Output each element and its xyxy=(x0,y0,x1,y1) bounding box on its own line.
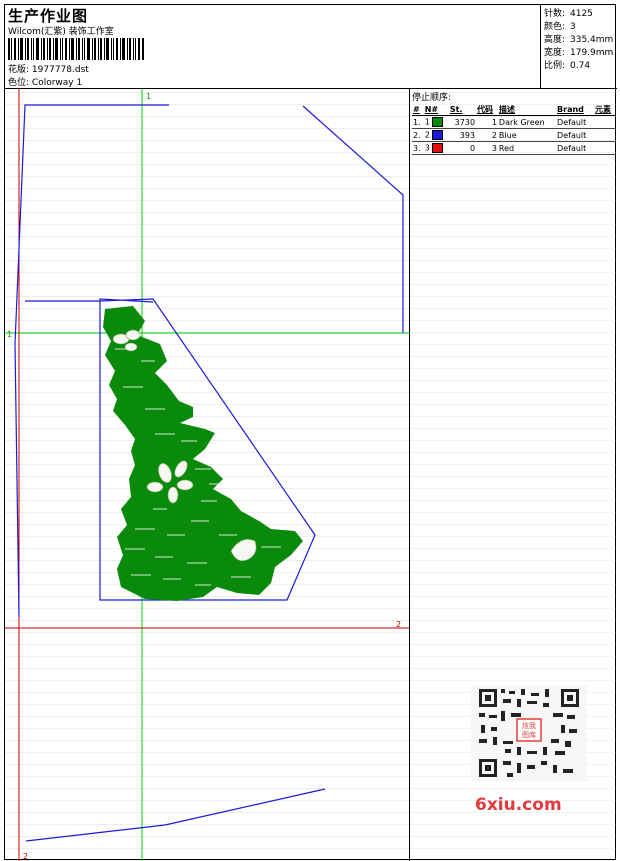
table-row: 1. 1 3730 1 Dark Green Default xyxy=(412,116,616,129)
stat-colors: 颜色: 3 xyxy=(544,22,576,32)
design-value: 1977778.dst xyxy=(31,65,89,75)
design-canvas: 1 1 2 2 xyxy=(5,89,410,861)
embroidery-preview: 1 1 2 2 xyxy=(5,89,410,861)
color-swatch xyxy=(432,117,444,127)
design-stats: 针数: 4125 颜色: 3 高度: 335.4mm 宽度: 179.9mm 比例: 0.… xyxy=(541,5,617,89)
watermark-text: 6xiu.com xyxy=(475,795,562,815)
needle-cell: 2 xyxy=(424,129,449,142)
colorway: 色位: Colorway 1 xyxy=(8,75,82,88)
col-code: 代码 xyxy=(476,103,498,116)
axis-label-top: 1 xyxy=(146,92,151,101)
axis-label-right: 2 xyxy=(396,620,401,629)
stat-stitches: 针数: 4125 xyxy=(544,9,593,19)
axis-label-bottom: 2 xyxy=(23,852,28,861)
axis-label-left: 1 xyxy=(7,330,12,339)
company-name: Wilcom(汇紫) 装饰工作室 xyxy=(8,27,114,37)
green-fill-motif xyxy=(103,306,303,601)
needle-cell: 3 xyxy=(424,142,449,155)
col-brand: Brand xyxy=(556,103,595,116)
stat-width: 宽度: 179.9mm xyxy=(544,48,614,58)
col-description: 描述 xyxy=(497,103,557,116)
stop-sequence-table: # N# St. 代码 描述 Brand 元素 1. 1 3730 1 Dark… xyxy=(412,103,616,155)
page-title: 生产作业图 xyxy=(8,7,89,25)
design-file: 花版: 1977778.dst xyxy=(8,62,89,75)
table-header-row: # N# St. 代码 描述 Brand 元素 xyxy=(412,103,616,116)
col-needle: N# xyxy=(423,103,449,116)
stat-scale: 比例: 0.74 xyxy=(544,61,591,71)
svg-text:图库: 图库 xyxy=(522,730,536,739)
colorway-value: Colorway 1 xyxy=(31,78,83,88)
col-element: 元素 xyxy=(594,103,616,116)
qr-code-icon: 炫我 图库 xyxy=(471,685,587,781)
color-swatch xyxy=(432,143,444,153)
table-row: 3. 3 0 3 Red Default xyxy=(412,142,616,155)
col-index: # xyxy=(412,103,424,116)
barcode-icon xyxy=(8,38,144,60)
header-info: 生产作业图 Wilcom(汇紫) 装饰工作室 花版: 1977778.dst 色… xyxy=(5,5,541,89)
design-label: 花版: xyxy=(8,65,30,75)
color-swatch xyxy=(432,130,444,140)
colorway-label: 色位: xyxy=(8,78,30,88)
production-sheet: 生产作业图 Wilcom(汇紫) 装饰工作室 花版: 1977778.dst 色… xyxy=(4,4,617,861)
col-stitches: St. xyxy=(448,103,477,116)
svg-text:炫我: 炫我 xyxy=(522,721,536,730)
stat-height: 高度: 335.4mm xyxy=(544,35,614,45)
stop-sequence-title: 停止顺序: xyxy=(412,93,452,103)
needle-cell: 1 xyxy=(424,116,449,129)
table-row: 2. 2 393 2 Blue Default xyxy=(412,129,616,142)
